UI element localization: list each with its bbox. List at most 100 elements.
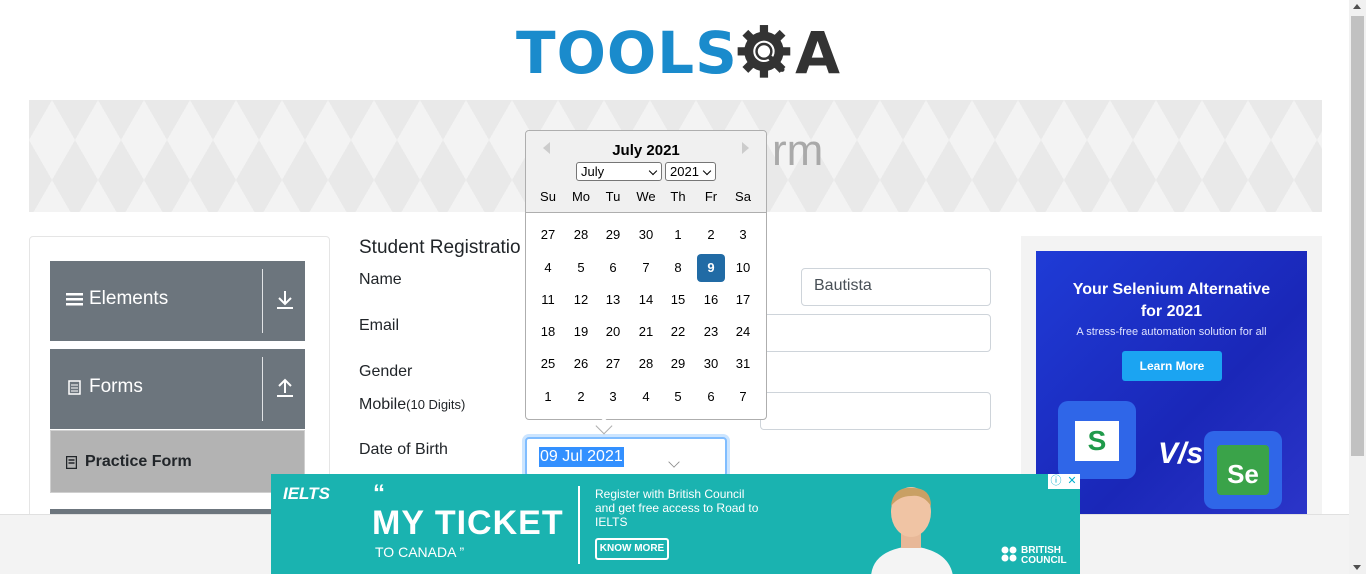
- day-cell[interactable]: 25: [534, 350, 562, 378]
- learn-more-button[interactable]: Learn More: [1122, 351, 1222, 381]
- banner-title: rm: [772, 126, 824, 175]
- sidebar-group-label: Elements: [89, 288, 169, 309]
- divider: [262, 269, 263, 333]
- day-cell[interactable]: 16: [697, 286, 725, 314]
- ad-bottom-banner[interactable]: IELTS “ MY TICKET TO CANADA ” Register w…: [271, 474, 1080, 574]
- day-cell[interactable]: 5: [664, 383, 692, 411]
- day-cell[interactable]: 6: [599, 254, 627, 282]
- dob-label: Date of Birth: [359, 441, 448, 458]
- sidebar-group-forms[interactable]: Forms: [50, 349, 305, 429]
- day-cell[interactable]: 6: [697, 383, 725, 411]
- gender-label: Gender: [359, 363, 413, 380]
- vertical-scrollbar[interactable]: [1349, 0, 1366, 574]
- sidebar-group-elements[interactable]: Elements: [50, 261, 305, 341]
- day-cell[interactable]: 19: [567, 318, 595, 346]
- day-cell[interactable]: 1: [664, 221, 692, 249]
- form-heading: Student Registratio: [359, 237, 521, 258]
- ad-right-headline: Your Selenium Alternative for 2021: [1036, 279, 1307, 323]
- info-icon[interactable]: ⓘ: [1048, 474, 1064, 489]
- mobile-input[interactable]: [760, 392, 991, 430]
- month-select[interactable]: July: [576, 162, 662, 181]
- ad-bottom-headline: MY TICKET: [372, 504, 564, 542]
- upload-arrow-icon[interactable]: [275, 377, 295, 399]
- know-more-button[interactable]: KNOW MORE: [595, 538, 669, 560]
- mobile-hint: (10 Digits): [406, 397, 466, 412]
- day-cell[interactable]: 23: [697, 318, 725, 346]
- day-name: We: [636, 189, 656, 204]
- year-select[interactable]: 2021: [665, 162, 716, 181]
- day-cell[interactable]: 3: [729, 221, 757, 249]
- day-cell[interactable]: 24: [729, 318, 757, 346]
- day-cell[interactable]: 17: [729, 286, 757, 314]
- day-cell[interactable]: 26: [567, 350, 595, 378]
- day-cell[interactable]: 10: [729, 254, 757, 282]
- day-cell[interactable]: 4: [632, 383, 660, 411]
- datepicker: July 2021 July 2021 Su Mo Tu We Th Fr Sa 27 28 2…: [525, 130, 767, 435]
- email-label: Email: [359, 317, 400, 334]
- day-cell[interactable]: 30: [697, 350, 725, 378]
- datepicker-pointer: [595, 417, 613, 435]
- toolsqa-logo[interactable]: TOOLS A: [516, 14, 840, 92]
- mobile-label: Mobile(10 Digits): [359, 396, 465, 414]
- download-arrow-icon[interactable]: [275, 289, 295, 311]
- day-name: Mo: [571, 189, 591, 204]
- versus-text: V/s: [1158, 437, 1204, 470]
- sponsor-line-2: COUNCIL: [1021, 555, 1067, 566]
- day-cell[interactable]: 12: [567, 286, 595, 314]
- day-cell[interactable]: 30: [632, 221, 660, 249]
- next-month-icon[interactable]: [742, 142, 749, 154]
- scroll-up-icon[interactable]: [1353, 4, 1361, 9]
- day-cell[interactable]: 5: [567, 254, 595, 282]
- day-cell[interactable]: 27: [599, 350, 627, 378]
- page: TOOLS A rm Elements Forms Practice Form …: [0, 0, 1366, 574]
- day-cell[interactable]: 8: [664, 254, 692, 282]
- chevron-down-icon: [668, 456, 680, 468]
- gear-magnifier-icon: [737, 25, 791, 78]
- datepicker-header: July 2021 July 2021 Su Mo Tu We Th Fr Sa: [526, 131, 766, 213]
- day-cell[interactable]: 29: [664, 350, 692, 378]
- day-cell[interactable]: 3: [599, 383, 627, 411]
- day-cell[interactable]: 7: [632, 254, 660, 282]
- day-cell[interactable]: 2: [567, 383, 595, 411]
- logo-qa-text: A: [795, 19, 840, 87]
- katalon-logo-text: S: [1075, 421, 1119, 461]
- scroll-down-icon[interactable]: [1353, 565, 1361, 570]
- day-cell[interactable]: 15: [664, 286, 692, 314]
- selenium-logo-text: Se: [1217, 445, 1269, 495]
- ielts-logo: IELTS: [283, 484, 330, 503]
- day-cell[interactable]: 22: [664, 318, 692, 346]
- day-cell[interactable]: 20: [599, 318, 627, 346]
- day-name: Fr: [704, 189, 718, 204]
- month-select-value: July: [581, 164, 605, 179]
- day-name: Su: [540, 189, 556, 204]
- hamburger-icon: [66, 293, 83, 306]
- sidebar-item-practice-form[interactable]: Practice Form: [50, 430, 305, 493]
- day-cell[interactable]: 18: [534, 318, 562, 346]
- mobile-label-text: Mobile: [359, 396, 407, 413]
- day-cell[interactable]: 28: [632, 350, 660, 378]
- close-icon[interactable]: ✕: [1064, 474, 1080, 489]
- email-input[interactable]: [760, 314, 991, 352]
- logo-tools-text: TOOLS: [516, 19, 738, 87]
- ad-close-controls: ⓘ ✕: [1048, 474, 1080, 489]
- scroll-thumb[interactable]: [1351, 16, 1364, 456]
- selected-day[interactable]: 9: [697, 254, 725, 282]
- ad-right-headline-1: Your Selenium Alternative: [1072, 281, 1271, 298]
- day-cell[interactable]: 27: [534, 221, 562, 249]
- name-label: Name: [359, 271, 402, 288]
- day-cell[interactable]: 21: [632, 318, 660, 346]
- day-cell[interactable]: 13: [599, 286, 627, 314]
- day-cell[interactable]: 7: [729, 383, 757, 411]
- day-cell[interactable]: 2: [697, 221, 725, 249]
- ad-right-headline-2: for 2021: [1140, 303, 1203, 320]
- day-cell[interactable]: 1: [534, 383, 562, 411]
- selenium-logo: Se: [1204, 431, 1282, 509]
- last-name-input[interactable]: Bautista: [801, 268, 991, 306]
- day-cell[interactable]: 28: [567, 221, 595, 249]
- dob-input[interactable]: 09 Jul 2021: [525, 437, 727, 477]
- day-cell[interactable]: 4: [534, 254, 562, 282]
- day-cell[interactable]: 14: [632, 286, 660, 314]
- day-cell[interactable]: 11: [534, 286, 562, 314]
- day-cell[interactable]: 29: [599, 221, 627, 249]
- day-cell[interactable]: 31: [729, 350, 757, 378]
